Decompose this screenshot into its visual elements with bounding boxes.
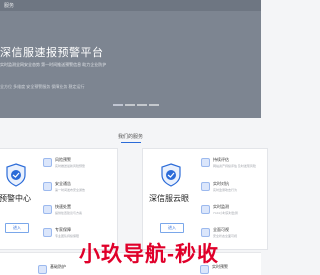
service-title: 预警中心 — [0, 194, 31, 203]
response-icon — [43, 205, 52, 214]
defense-icon — [201, 182, 210, 191]
feature-item: 风险预警 实时推送最新风险预警 — [43, 157, 85, 168]
carousel-dot[interactable] — [137, 104, 147, 106]
feature-desc: 专业团队持续保障 — [55, 234, 80, 238]
assessment-icon — [201, 158, 210, 167]
feature-title: 实时监测 — [213, 204, 229, 209]
carousel-dot[interactable] — [125, 104, 135, 106]
feature-desc: 7×24小时实时监测 — [213, 211, 238, 215]
feature-item: 实时监测 7×24小时实时监测 — [201, 204, 238, 215]
feature-desc: 实时监测攻击行为 — [213, 188, 238, 192]
section-underline — [121, 142, 141, 143]
feature-item: 快速处置 提供处置建议与方案 — [43, 204, 82, 215]
enter-button[interactable]: 进入 — [5, 223, 29, 233]
service-card-cloud-eye: 深信服云眼 进入 持续评估 网站资产持续评估 及时发现风险 实时对抗 实时监测攻… — [142, 148, 268, 250]
hero-banner: 服务 深信服速报预警平台 实时监测全网安全态势 第一时间推送预警信息 助力企业防… — [0, 0, 261, 118]
feature-item: 专家保障 专业团队持续保障 — [43, 227, 79, 238]
feature-item: 持续评估 网站资产持续评估 及时发现风险 — [201, 157, 256, 168]
feature-desc: 第一时间发布安全通告 — [55, 188, 86, 192]
service-card-alert-center: 预警中心 进入 风险预警 实时推送最新风险预警 安全通告 第一时间发布安全通告 … — [0, 148, 118, 250]
feature-title: 持续评估 — [213, 157, 229, 162]
expert-icon — [43, 228, 52, 237]
feature-item: 基础防护 — [38, 264, 66, 274]
alert-icon — [43, 158, 52, 167]
notice-icon — [43, 182, 52, 191]
hero-subtitle: 实时监测全网安全态势 第一时间推送预警信息 助力企业防护 — [0, 62, 107, 67]
feature-title: 全面可视 — [213, 227, 229, 232]
enter-button[interactable]: 进入 — [160, 223, 184, 233]
shield-icon — [6, 163, 26, 187]
shield-icon — [161, 163, 181, 187]
feature-title: 快速处置 — [55, 204, 71, 209]
watermark-overlay-text: 小玖导航-秒收 — [79, 243, 219, 266]
feature-desc: 提供处置建议与方案 — [55, 211, 83, 215]
feature-item: 安全通告 第一时间发布安全通告 — [43, 181, 85, 192]
feature-title: 基础防护 — [50, 264, 66, 269]
visual-icon — [201, 228, 210, 237]
nav-item-label[interactable]: 服务 — [4, 2, 14, 9]
protection-icon — [38, 265, 47, 274]
carousel-indicators — [113, 104, 159, 106]
carousel-dot[interactable] — [149, 104, 159, 106]
feature-desc: 实时推送最新风险预警 — [55, 164, 86, 168]
feature-title: 风险预警 — [55, 157, 71, 162]
feature-title: 安全通告 — [55, 181, 71, 186]
feature-desc: 网站资产持续评估 及时发现风险 — [213, 164, 256, 168]
section-title: 我们的服务 — [117, 134, 143, 140]
carousel-dot[interactable] — [113, 104, 123, 106]
feature-item: 实时对抗 实时监测攻击行为 — [201, 181, 237, 192]
hero-subtitle-secondary: 全方位 多维度 安全预警服务 保障业务 稳定运行 — [0, 84, 85, 89]
feature-title: 专家保障 — [55, 227, 71, 232]
monitor-icon — [201, 205, 210, 214]
hero-title: 深信服速报预警平台 — [0, 47, 104, 59]
service-title: 深信服云眼 — [149, 194, 189, 203]
feature-item: 全面可视 安全状态全面可视 — [201, 227, 237, 238]
feature-title: 实时对抗 — [213, 181, 229, 186]
top-nav-bar: 服务 — [0, 0, 261, 11]
